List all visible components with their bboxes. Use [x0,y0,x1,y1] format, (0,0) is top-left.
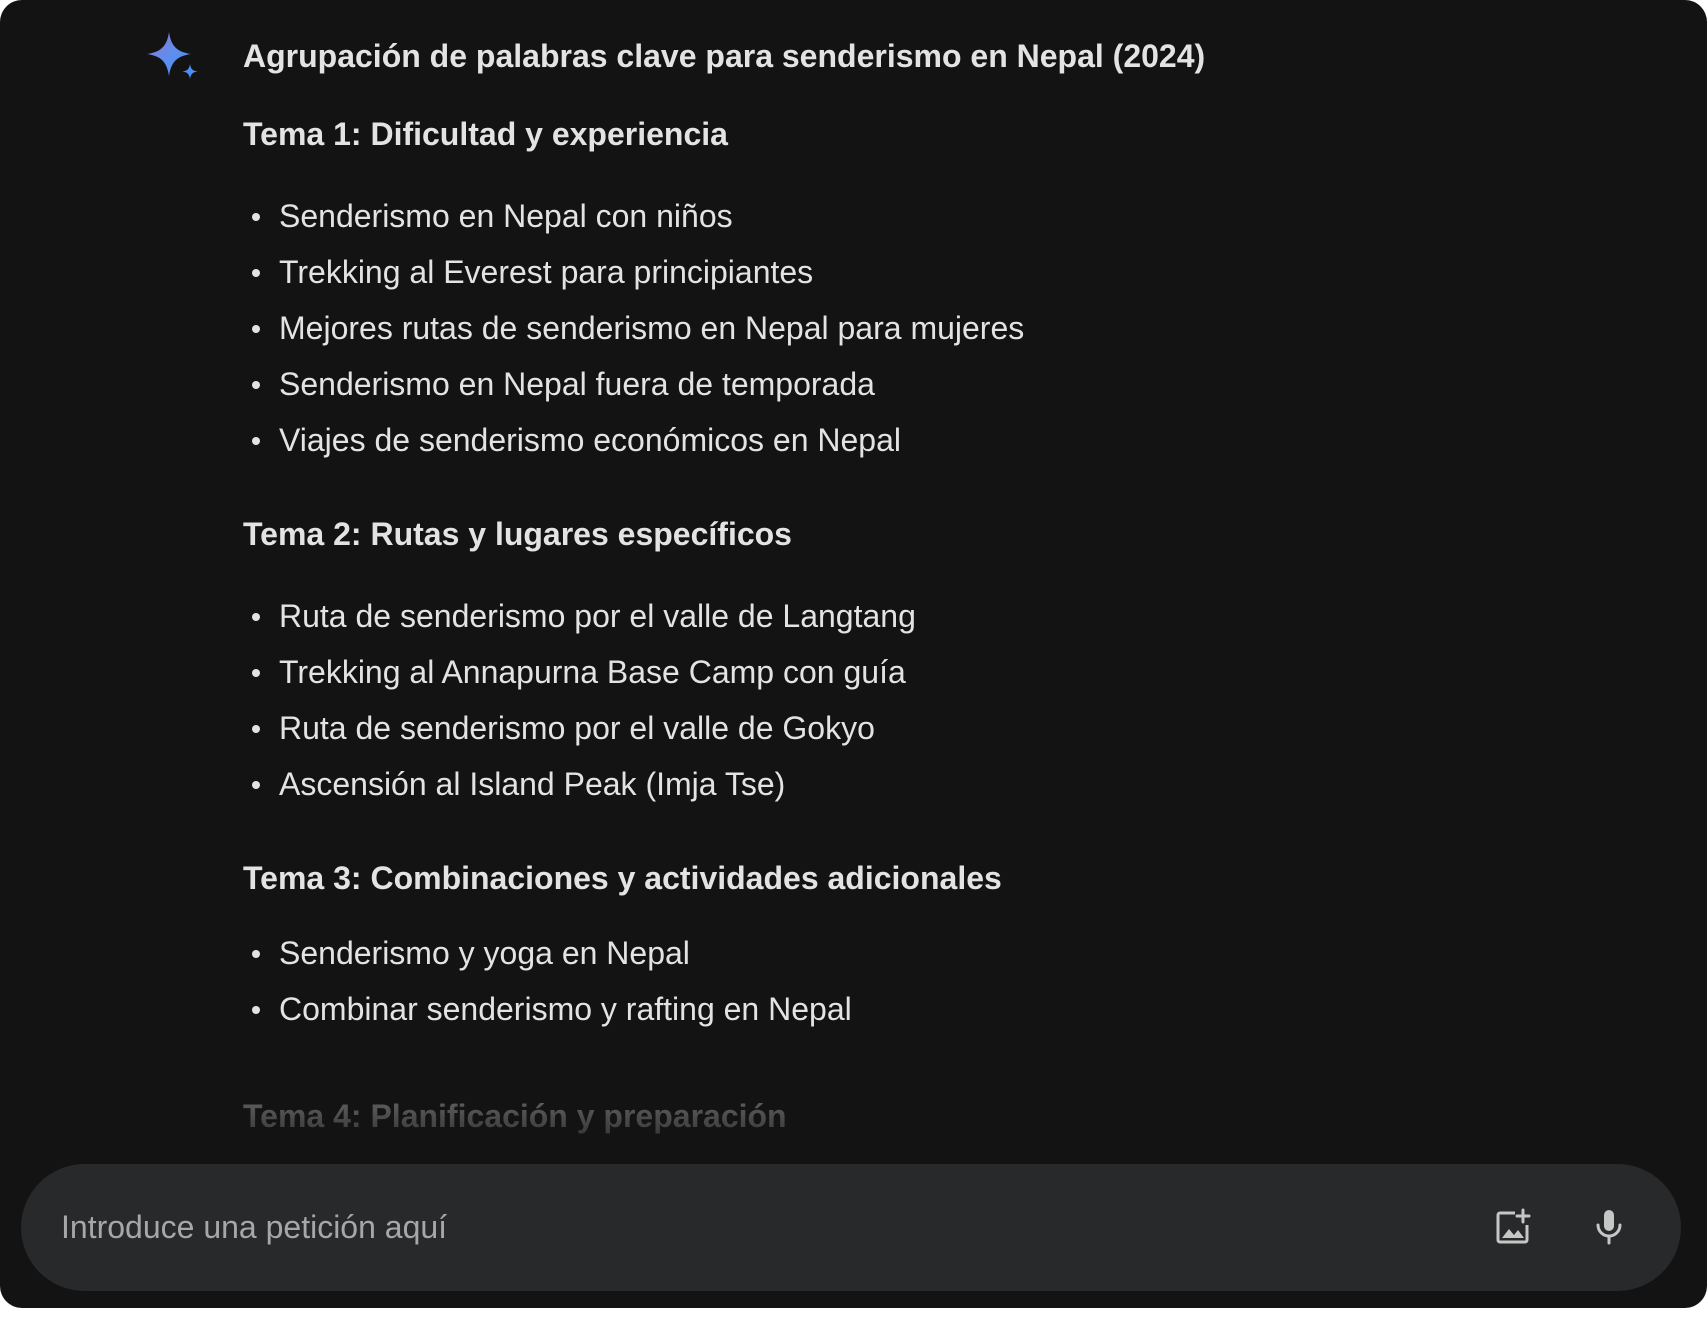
list-item: Trekking al Everest para principiantes [243,244,1024,300]
list-item: Ascensión al Island Peak (Imja Tse) [243,756,916,812]
bullet-icon [252,1006,260,1014]
list-item: Viajes de senderismo económicos en Nepal [243,412,1024,468]
bullet-icon [252,269,260,277]
list-item: Senderismo en Nepal con niños [243,188,1024,244]
list-item: Ruta de senderismo por el valle de Gokyo [243,700,916,756]
list-item: Trekking al Annapurna Base Camp con guía [243,644,916,700]
section-heading: Tema 2: Rutas y lugares específicos [243,516,792,552]
add-image-icon [1496,1208,1531,1244]
bullet-icon [252,437,260,445]
gemini-spark-icon [147,32,198,79]
list-item: Senderismo y yoga en Nepal [243,925,1002,981]
topic-section-4: Tema 4: Planificación y preparación [243,1094,787,1138]
bullet-icon [252,725,260,733]
bullet-icon [252,213,260,221]
keyword-list: Ruta de senderismo por el valle de Langt… [243,588,916,812]
microphone-icon [1596,1210,1622,1245]
bullet-icon [252,381,260,389]
bullet-icon [252,781,260,789]
prompt-bar [21,1164,1681,1291]
bullet-icon [252,325,260,333]
bullet-icon [252,613,260,621]
keyword-list: Senderismo en Nepal con niños Trekking a… [243,188,1024,468]
list-item: Senderismo en Nepal fuera de temporada [243,356,1024,412]
topic-section-2: Tema 2: Rutas y lugares específicos Ruta… [243,512,916,812]
response-title: Agrupación de palabras clave para sender… [243,38,1206,74]
chat-window: Agrupación de palabras clave para sender… [0,0,1707,1308]
prompt-input[interactable] [61,1202,1441,1252]
section-heading: Tema 3: Combinaciones y actividades adic… [243,860,1002,896]
topic-section-3: Tema 3: Combinaciones y actividades adic… [243,856,1002,1037]
list-item: Mejores rutas de senderismo en Nepal par… [243,300,1024,356]
bullet-icon [252,950,260,958]
microphone-button[interactable] [1577,1195,1641,1259]
keyword-list: Senderismo y yoga en Nepal Combinar send… [243,925,1002,1037]
section-heading: Tema 4: Planificación y preparación [243,1098,787,1134]
add-image-button[interactable] [1481,1195,1545,1259]
bullet-icon [252,669,260,677]
section-heading: Tema 1: Dificultad y experiencia [243,116,728,152]
topic-section-1: Tema 1: Dificultad y experiencia Senderi… [243,112,1024,468]
response-area: Agrupación de palabras clave para sender… [0,0,1707,1160]
list-item: Combinar senderismo y rafting en Nepal [243,981,1002,1037]
list-item: Ruta de senderismo por el valle de Langt… [243,588,916,644]
